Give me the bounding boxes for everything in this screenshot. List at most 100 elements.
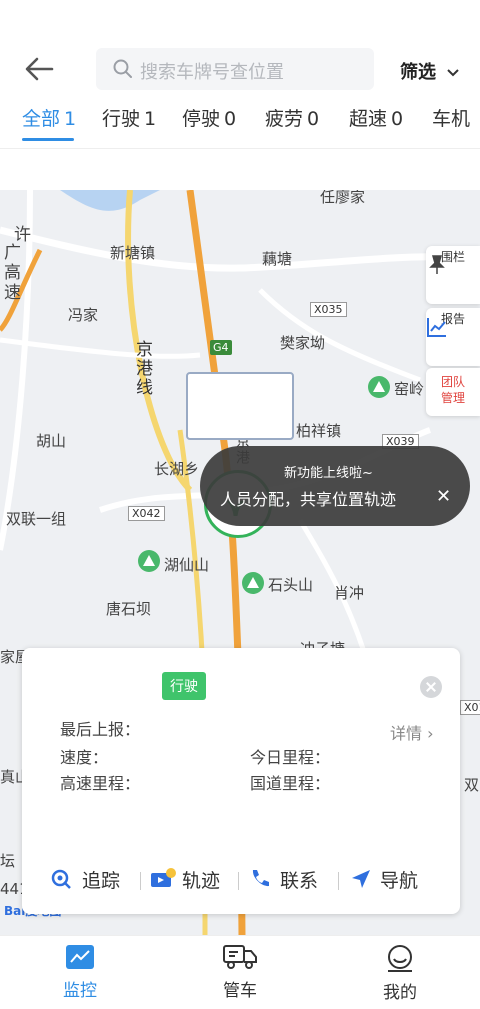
map-place-label: 冯家 [68, 306, 99, 324]
tab-stopped[interactable]: 停驶 0 [182, 104, 236, 131]
last-report-label: 最后上报： [60, 720, 141, 739]
navigate-label: 导航 [380, 870, 419, 892]
separator [338, 872, 339, 890]
map-place-label: 窑岭 [394, 380, 425, 398]
nav-label: 管车 [223, 981, 257, 1001]
detail-label: 详情 [390, 724, 423, 743]
new-feature-popup[interactable]: 新功能上线啦~ 人员分配，共享位置轨迹 ✕ [200, 446, 470, 526]
map-road-code: X01 [460, 700, 480, 715]
nav-label: 监控 [63, 981, 97, 1001]
map-place-label: 速 [4, 283, 21, 303]
map-place-label: 胡山 [36, 432, 67, 450]
tab-driving[interactable]: 行驶 1 [102, 104, 156, 131]
map-place-label: 唐石坝 [106, 600, 152, 618]
track-label: 追踪 [82, 870, 121, 892]
tab-device[interactable]: 车机 [432, 104, 470, 131]
map-place-label: 肖冲 [334, 584, 365, 602]
app-page: 搜索车牌号查位置 筛选 全部1 行驶1 停驶0 疲劳0 超速0 车机 [0, 0, 480, 1009]
phone-icon [252, 870, 269, 887]
team-management-button[interactable]: 团队管理 [426, 368, 480, 416]
header: 搜索车牌号查位置 筛选 全部 1 行驶 1 停驶 0 疲劳 0 超速 0 车机 [0, 0, 480, 160]
map-poi-icon [138, 550, 160, 572]
search-icon [113, 59, 132, 78]
map-highway-shield: G4 [210, 340, 232, 355]
search-input[interactable]: 搜索车牌号查位置 [96, 48, 374, 90]
track-icon [51, 869, 71, 889]
trajectory-icon [151, 868, 176, 887]
separator [238, 872, 239, 890]
nav-label: 我的 [383, 983, 417, 1003]
close-icon[interactable] [420, 676, 442, 698]
map-road-label: 京港线 [130, 340, 155, 397]
contact-label: 联系 [280, 870, 319, 892]
navigate-button[interactable]: 导航 [348, 866, 418, 893]
divider [0, 148, 480, 149]
map-place-label: 双 [464, 776, 480, 794]
map-road-code: X042 [128, 506, 165, 521]
track-button[interactable]: 追踪 [50, 866, 120, 893]
truck-icon [223, 945, 257, 969]
pin-icon [429, 255, 445, 274]
tab-label: 超速 [349, 108, 388, 130]
tab-label: 疲劳 [265, 108, 304, 130]
map-place-label: 樊家坳 [280, 334, 326, 352]
today-mileage-label: 今日里程： [250, 748, 331, 767]
tab-label: 全部 [22, 108, 61, 130]
trajectory-label: 轨迹 [182, 870, 221, 892]
tab-label: 停驶 [182, 108, 221, 130]
road-char: 港 [132, 359, 152, 378]
vehicle-label-box[interactable] [186, 372, 294, 440]
nav-vehicles[interactable]: 管车 [200, 944, 280, 1001]
contact-button[interactable]: 联系 [248, 866, 318, 893]
speed-label: 速度： [60, 748, 109, 767]
map-place-label: 湖仙山 [164, 556, 210, 574]
tab-label: 行驶 [102, 108, 141, 130]
map-place-label: 任廖家 [320, 190, 366, 206]
chart-trend-icon [427, 318, 446, 337]
popup-title: 新功能上线啦~ [284, 466, 373, 481]
chevron-right-icon: › [427, 724, 434, 743]
back-arrow-icon[interactable] [24, 56, 54, 82]
map-place-label: 坛 [0, 852, 16, 870]
nav-monitor[interactable]: 监控 [40, 944, 120, 1001]
vehicle-info-card: 行驶 最后上报： 详情 › 速度： 今日里程： 高速里程： 国道里程： 追踪 轨… [22, 648, 460, 914]
bottom-navigation: 监控 管车 我的 [0, 935, 480, 1009]
status-badge: 行驶 [162, 672, 206, 700]
map-place-label: 柏祥镇 [296, 422, 342, 440]
nav-profile[interactable]: 我的 [360, 944, 440, 1003]
search-placeholder: 搜索车牌号查位置 [140, 62, 284, 83]
close-icon[interactable]: ✕ [436, 486, 451, 507]
separator [140, 872, 141, 890]
map-poi-icon [368, 376, 390, 398]
tab-count: 1 [144, 108, 157, 130]
trajectory-button[interactable]: 轨迹 [150, 866, 220, 893]
report-button[interactable]: 报告 [426, 308, 480, 366]
map-place-label: 长湖乡 [154, 460, 200, 478]
map-place-label: 石头山 [268, 576, 314, 594]
tab-count: 0 [307, 108, 320, 130]
tab-all[interactable]: 全部 1 [22, 104, 77, 141]
team-management-label: 团队管理 [440, 375, 465, 405]
tab-count: 0 [224, 108, 237, 130]
tab-count: 0 [391, 108, 404, 130]
tab-count: 1 [64, 108, 77, 130]
filter-button[interactable]: 筛选 [400, 58, 460, 84]
detail-link[interactable]: 详情 › [390, 720, 434, 744]
map-poi-icon [242, 572, 264, 594]
road-char: 线 [132, 378, 152, 397]
road-char: 京 [132, 340, 152, 359]
map-road-code: X035 [310, 302, 347, 317]
tab-fatigue[interactable]: 疲劳 0 [265, 104, 319, 131]
map-place-label: 藕塘 [262, 250, 293, 268]
tab-label: 车机 [432, 108, 471, 130]
filter-label: 筛选 [400, 62, 436, 83]
profile-icon [388, 945, 412, 972]
tab-speeding[interactable]: 超速 0 [349, 104, 403, 131]
card-actions: 追踪 轨迹 联系 导航 [22, 866, 460, 896]
fence-button[interactable]: 围栏 [426, 246, 480, 304]
monitor-icon [66, 945, 94, 969]
highway-mileage-label: 高速里程： [60, 774, 141, 793]
chevron-down-icon [447, 69, 459, 77]
popup-text: 人员分配，共享位置轨迹 [220, 490, 397, 509]
map-place-label: 双联一组 [6, 510, 67, 528]
